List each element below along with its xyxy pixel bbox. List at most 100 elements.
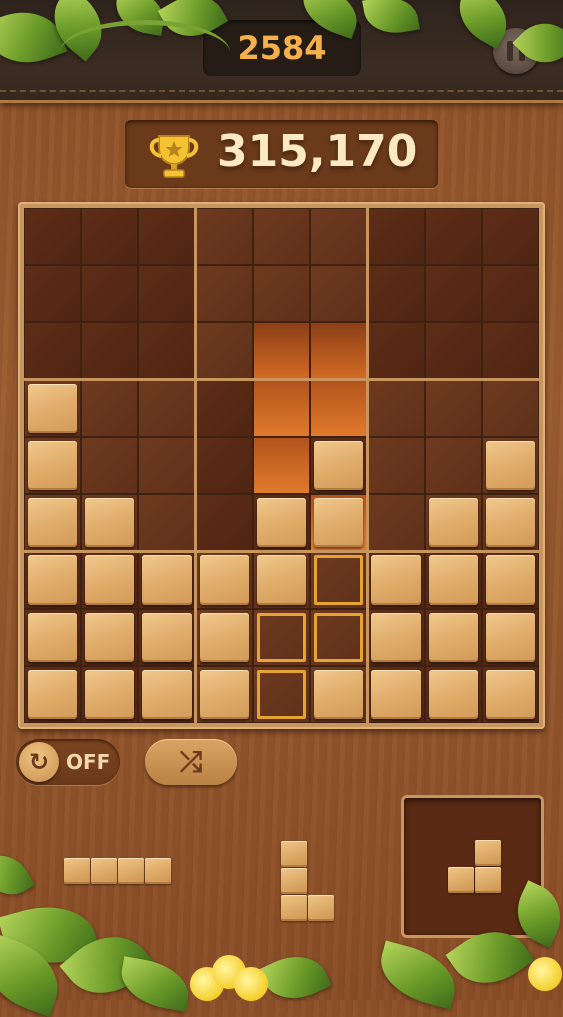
board-cell[interactable] [310, 665, 368, 723]
board-cell[interactable] [367, 436, 425, 495]
board-cell[interactable] [24, 551, 82, 609]
board-cell[interactable] [138, 551, 196, 609]
board-cell[interactable] [81, 665, 139, 723]
placement-preview-slot [256, 612, 307, 662]
board-cell[interactable] [481, 608, 539, 666]
wood-block-tile [85, 555, 135, 605]
rotate-toggle[interactable]: ↻ OFF [16, 739, 120, 785]
game-board[interactable] [24, 208, 539, 723]
board-cell[interactable] [424, 322, 482, 380]
board-cell[interactable] [81, 379, 139, 437]
wood-block-tile [485, 498, 535, 548]
board-cell[interactable] [195, 265, 253, 323]
wood-block-tile [256, 498, 307, 548]
board-cell[interactable] [310, 608, 368, 666]
wood-block-tile [485, 669, 535, 719]
board-cell[interactable] [24, 379, 82, 437]
wood-block-tile [85, 612, 135, 662]
board-cell[interactable] [424, 608, 482, 666]
board-cell[interactable] [24, 265, 82, 323]
board-cell[interactable] [252, 665, 311, 723]
board-cell[interactable] [24, 208, 82, 266]
board-cell[interactable] [310, 208, 368, 266]
board-cell[interactable] [252, 379, 311, 437]
board-cell[interactable] [81, 208, 139, 266]
board-cell[interactable] [424, 436, 482, 495]
board-cell[interactable] [367, 551, 425, 609]
board-cell[interactable] [138, 494, 196, 552]
board-cell[interactable] [195, 494, 253, 552]
board-cell[interactable] [481, 436, 539, 495]
board-cell[interactable] [481, 379, 539, 437]
board-cell[interactable] [81, 265, 139, 323]
board-cell[interactable] [481, 494, 539, 552]
board-cell[interactable] [481, 551, 539, 609]
board-cell[interactable] [310, 436, 368, 495]
board-cell[interactable] [310, 551, 368, 609]
board-cell[interactable] [252, 608, 311, 666]
board-cell[interactable] [310, 494, 368, 552]
board-cell[interactable] [81, 608, 139, 666]
board-cell[interactable] [138, 436, 196, 495]
board-cell[interactable] [24, 665, 82, 723]
board-cell[interactable] [195, 436, 253, 495]
board-cell[interactable] [424, 551, 482, 609]
board-cell[interactable] [252, 265, 311, 323]
wood-block-tile [485, 555, 535, 605]
rotate-icon: ↻ [19, 742, 59, 782]
wood-block-tile [256, 555, 307, 605]
board-cell[interactable] [367, 379, 425, 437]
block-divider [365, 208, 369, 723]
board-cell[interactable] [481, 665, 539, 723]
board-cell[interactable] [310, 379, 368, 437]
board-cell[interactable] [252, 208, 311, 266]
board-cell[interactable] [138, 608, 196, 666]
placement-preview-slot [314, 555, 364, 605]
wood-block-tile [314, 440, 364, 491]
board-cell[interactable] [481, 322, 539, 380]
board-cell[interactable] [81, 551, 139, 609]
board-cell[interactable] [138, 208, 196, 266]
board-cell[interactable] [367, 665, 425, 723]
board-cell[interactable] [81, 322, 139, 380]
board-cell[interactable] [81, 494, 139, 552]
board-cell[interactable] [481, 265, 539, 323]
board-cell[interactable] [367, 265, 425, 323]
board-cell[interactable] [367, 494, 425, 552]
board-cell[interactable] [424, 379, 482, 437]
board-cell[interactable] [310, 322, 368, 380]
board-cell[interactable] [481, 208, 539, 266]
board-cell[interactable] [367, 322, 425, 380]
board-cell[interactable] [367, 208, 425, 266]
board-cell[interactable] [424, 494, 482, 552]
board-cell[interactable] [367, 608, 425, 666]
board-cell[interactable] [195, 208, 253, 266]
wood-block-tile [371, 669, 421, 719]
board-cell[interactable] [24, 494, 82, 552]
board-cell[interactable] [24, 436, 82, 495]
board-cell[interactable] [424, 208, 482, 266]
board-cell[interactable] [81, 436, 139, 495]
shuffle-button[interactable]: ⤮ [145, 739, 237, 785]
board-cell[interactable] [424, 265, 482, 323]
board-cell[interactable] [195, 322, 253, 380]
board-cell[interactable] [195, 379, 253, 437]
wood-block-tile [371, 612, 421, 662]
board-cell[interactable] [138, 322, 196, 380]
wood-block-tile [428, 555, 478, 605]
board-cell[interactable] [195, 608, 253, 666]
board-cell[interactable] [252, 494, 311, 552]
board-cell[interactable] [138, 379, 196, 437]
board-cell[interactable] [424, 665, 482, 723]
board-cell[interactable] [24, 322, 82, 380]
board-cell[interactable] [138, 665, 196, 723]
board-cell[interactable] [195, 551, 253, 609]
board-cell[interactable] [252, 322, 311, 380]
board-cell[interactable] [138, 265, 196, 323]
board-cell[interactable] [252, 551, 311, 609]
wood-block-tile [28, 440, 78, 491]
board-cell[interactable] [252, 436, 311, 495]
board-cell[interactable] [310, 265, 368, 323]
board-cell[interactable] [195, 665, 253, 723]
board-cell[interactable] [24, 608, 82, 666]
